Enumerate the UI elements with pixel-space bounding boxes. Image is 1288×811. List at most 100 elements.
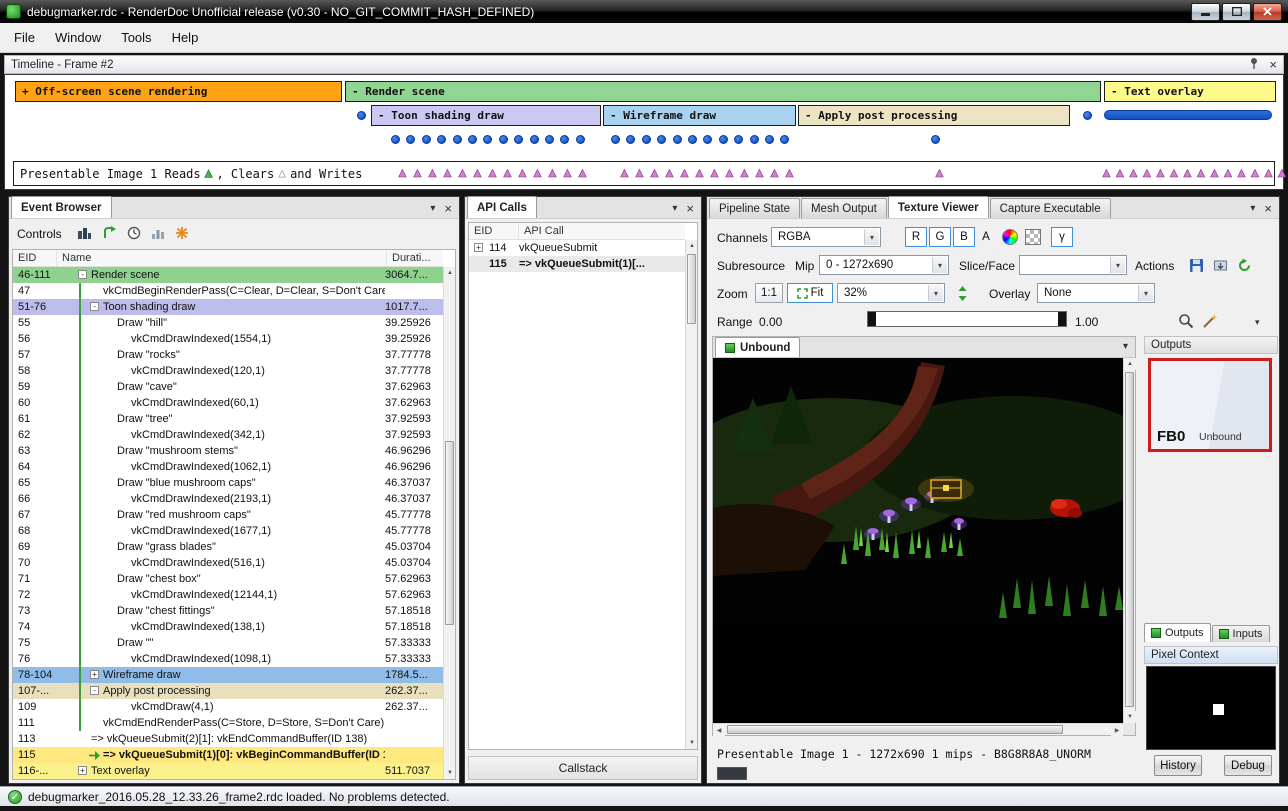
zoom-1-1-button[interactable]: 1:1 [755,283,783,303]
scroll-thumb[interactable] [687,254,696,324]
api-call-row[interactable]: 115=> vkQueueSubmit(1)[... [469,256,685,272]
tree-toggle-icon[interactable]: + [90,670,99,679]
draw-marker-dot[interactable] [931,135,940,144]
channel-g-button[interactable]: G [929,227,951,247]
channel-b-button[interactable]: B [953,227,975,247]
overlay-combo[interactable]: None▾ [1037,283,1155,303]
draw-marker-dot[interactable] [468,135,477,144]
bookmark-icon[interactable] [73,223,95,243]
callstack-section[interactable]: Callstack [468,756,698,780]
event-row[interactable]: 58vkCmdDrawIndexed(120,1)37.77778 [13,363,443,379]
tree-toggle-icon[interactable]: + [78,766,87,775]
timeline-close-icon[interactable]: × [1269,59,1277,71]
flip-y-icon[interactable] [953,283,971,303]
scroll-thumb[interactable] [727,725,1063,734]
draw-marker-dot[interactable] [688,135,697,144]
debug-button[interactable]: Debug [1224,755,1272,776]
channel-a-button[interactable]: A [977,227,995,247]
draw-marker-dot[interactable] [765,135,774,144]
event-row[interactable]: 61Draw "tree"37.92593 [13,411,443,427]
event-row[interactable]: 51-76-Toon shading draw1017.7... [13,299,443,315]
tree-toggle-icon[interactable]: - [78,270,87,279]
event-browser-header[interactable]: EID Name Durati... [13,250,443,267]
text-overlay-draw-range[interactable] [1104,110,1272,120]
draw-marker-dot[interactable] [673,135,682,144]
draw-marker-dot[interactable] [406,135,415,144]
menu-window[interactable]: Window [45,25,111,50]
tab-api-calls[interactable]: API Calls [467,196,537,218]
event-row[interactable]: 72vkCmdDrawIndexed(12144,1)57.62963 [13,587,443,603]
tree-toggle-icon[interactable]: - [90,686,99,695]
tab-pipeline-state[interactable]: Pipeline State [709,198,800,218]
event-row[interactable]: 115=> vkQueueSubmit(1)[0]: vkBeginComman… [13,747,443,763]
zoom-percent-combo[interactable]: 32%▾ [837,283,945,303]
menu-tools[interactable]: Tools [111,25,161,50]
titlebar[interactable]: debugmarker.rdc - RenderDoc Unofficial r… [0,0,1288,23]
refresh-icon[interactable] [1233,255,1255,275]
event-row[interactable]: 62vkCmdDrawIndexed(342,1)37.92593 [13,427,443,443]
timeline-bar-render-scene[interactable]: - Render scene [345,81,1101,102]
event-row[interactable]: 111vkCmdEndRenderPass(C=Store, D=Store, … [13,715,443,731]
stats-icon[interactable] [147,223,169,243]
event-row[interactable]: 66vkCmdDrawIndexed(2193,1)46.37037 [13,491,443,507]
timeline-bar-toon-shading[interactable]: - Toon shading draw [371,105,601,126]
maximize-button[interactable] [1222,3,1251,21]
timeline-bar-post-processing[interactable]: - Apply post processing [798,105,1070,126]
time-durations-icon[interactable] [123,223,145,243]
tab-outputs[interactable]: Outputs [1144,623,1211,642]
tab-texture-viewer[interactable]: Texture Viewer [888,196,989,218]
draw-marker-dot[interactable] [703,135,712,144]
api-calls-vscrollbar[interactable]: ▲ ▼ [685,240,697,749]
event-row[interactable]: 57Draw "rocks"37.77778 [13,347,443,363]
texture-viewport[interactable] [713,358,1123,723]
texture-hscrollbar[interactable]: ◀ ▶ [713,723,1123,735]
scroll-thumb[interactable] [1125,372,1134,707]
zoom-fit-button[interactable]: Fit [787,283,833,303]
event-row[interactable]: 109vkCmdDraw(4,1)262.37... [13,699,443,715]
draw-marker-dot[interactable] [391,135,400,144]
draw-marker-dot[interactable] [734,135,743,144]
dock-menu-icon[interactable]: ▾ [1123,342,1128,352]
timeline-titlebar[interactable]: Timeline - Frame #2 × [4,55,1284,74]
tab-capture-executable[interactable]: Capture Executable [990,198,1111,218]
draw-marker-dot[interactable] [514,135,523,144]
event-row[interactable]: 46-111-Render scene3064.7... [13,267,443,283]
custom-display-icon[interactable] [1002,229,1018,245]
tree-toggle-icon[interactable]: - [90,302,99,311]
event-row[interactable]: 55Draw "hill"39.25926 [13,315,443,331]
jump-to-event-icon[interactable] [99,223,121,243]
draw-marker-dot[interactable] [780,135,789,144]
event-row[interactable]: 74vkCmdDrawIndexed(138,1)57.18518 [13,619,443,635]
draw-marker-dot[interactable] [657,135,666,144]
minimize-button[interactable] [1191,3,1220,21]
menu-help[interactable]: Help [162,25,209,50]
event-row[interactable]: 75Draw ""57.33333 [13,635,443,651]
draw-marker-dot[interactable] [545,135,554,144]
event-row[interactable]: 107-...-Apply post processing262.37... [13,683,443,699]
api-call-row[interactable]: +114vkQueueSubmit [469,240,685,256]
range-expand-icon[interactable]: ▾ [1255,317,1260,328]
draw-marker-dot[interactable] [750,135,759,144]
api-calls-header[interactable]: EID API Call [469,223,685,240]
draw-marker-dot[interactable] [422,135,431,144]
histogram-wand-icon[interactable] [1199,311,1221,331]
pin-icon[interactable] [1249,57,1259,72]
tree-toggle-icon[interactable]: + [474,243,483,252]
tab-event-browser[interactable]: Event Browser [11,196,112,218]
tab-mesh-output[interactable]: Mesh Output [801,198,887,218]
draw-marker-dot[interactable] [719,135,728,144]
dock-menu-icon[interactable]: ▾ [1250,204,1255,214]
event-row[interactable]: 64vkCmdDrawIndexed(1062,1)46.96296 [13,459,443,475]
event-row[interactable]: 65Draw "blue mushroom caps"46.37037 [13,475,443,491]
history-button[interactable]: History [1154,755,1202,776]
draw-marker-dot[interactable] [626,135,635,144]
draw-marker-dot[interactable] [611,135,620,144]
checkerboard-background-icon[interactable] [1025,229,1041,245]
settings-flake-icon[interactable] [171,223,193,243]
save-icon[interactable] [1185,255,1207,275]
event-row[interactable]: 59Draw "cave"37.62963 [13,379,443,395]
draw-marker-dot[interactable] [357,111,366,120]
gamma-button[interactable]: γ [1051,227,1073,247]
dock-menu-icon[interactable]: ▾ [430,204,435,214]
draw-marker-dot[interactable] [483,135,492,144]
